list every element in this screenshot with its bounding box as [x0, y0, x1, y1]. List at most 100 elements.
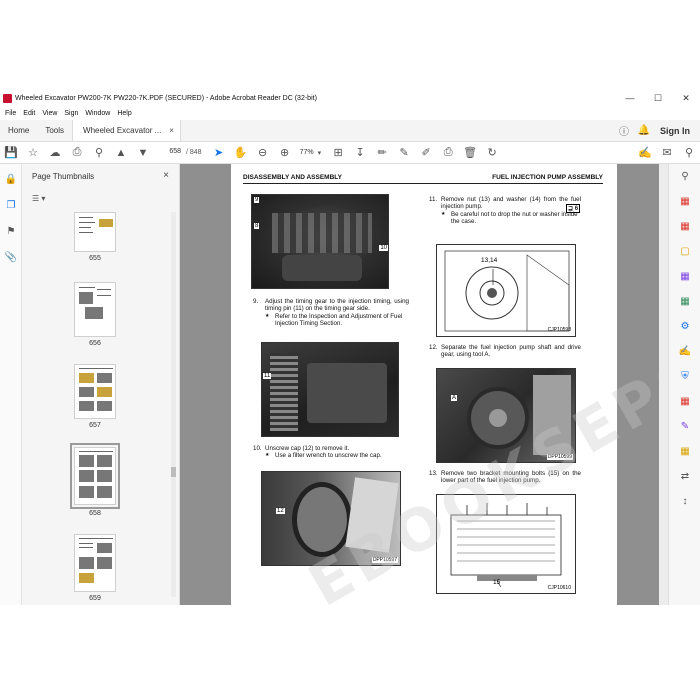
page-thumbnails-icon[interactable]: ❐ — [0, 194, 22, 216]
lock-icon[interactable]: 🔒 — [0, 168, 22, 190]
drawing-code: CJP10610 — [547, 585, 571, 591]
request-signature-icon[interactable]: ✎ — [669, 414, 700, 439]
page-number-input[interactable]: 658 — [162, 146, 182, 159]
thumbnail-scroll-thumb[interactable] — [171, 467, 176, 477]
page-header-left: DISASSEMBLY AND ASSEMBLY — [243, 174, 342, 181]
save-icon[interactable]: 💾 — [0, 142, 22, 164]
panel-close-button[interactable]: × — [163, 170, 169, 181]
next-page-icon[interactable]: ▼ — [132, 142, 154, 164]
draw-icon[interactable]: ✐ — [415, 142, 437, 164]
select-cursor-icon[interactable]: ➤ — [208, 142, 230, 164]
rotate-icon[interactable]: ↻ — [481, 142, 503, 164]
document-scrollbar[interactable] — [659, 164, 668, 605]
panel-title: Page Thumbnails — [32, 172, 95, 181]
main-toolbar: 💾 ☆ ☁ ⎙ ⚲ ▲ ▼ 658 / 848 ➤ ✋ ⊖ ⊕ 77% ▾ ⊞ … — [0, 142, 700, 164]
acrobat-logo-icon — [3, 93, 12, 103]
tab-document[interactable]: Wheeled Excavator ... × — [72, 120, 181, 141]
bookmarks-icon[interactable]: ⚑ — [0, 220, 22, 242]
more-tools-icon[interactable]: ⇄ — [669, 464, 700, 489]
thumbnail-options-menu[interactable]: ☰ ▾ — [32, 194, 45, 203]
search-tool-icon[interactable]: ⚲ — [678, 142, 700, 164]
notifications-bell-icon[interactable]: 🔔 — [634, 125, 654, 136]
comment-icon[interactable]: ✏ — [371, 142, 393, 164]
tab-close-button[interactable]: × — [169, 126, 174, 135]
drawing-callout: 13,14 — [481, 257, 498, 264]
step-number: 12. — [429, 344, 438, 351]
combine-files-icon[interactable]: ▦ — [669, 264, 700, 289]
menu-window[interactable]: Window — [85, 110, 110, 117]
stamp-icon[interactable]: ⎙ — [437, 142, 459, 164]
minimize-button[interactable]: — — [616, 90, 644, 106]
delete-trash-icon[interactable]: 🗑 — [459, 142, 481, 164]
menu-sign[interactable]: Sign — [64, 110, 78, 117]
document-viewport[interactable]: DISASSEMBLY AND ASSEMBLY FUEL INJECTION … — [180, 164, 668, 605]
menu-file[interactable]: File — [5, 110, 16, 117]
nut-washer-drawing: 13,14 CJP10598 — [436, 244, 576, 337]
tab-home[interactable]: Home — [0, 120, 37, 141]
edit-pdf-icon[interactable]: ▦ — [669, 439, 700, 464]
photo-code: DPP10597 — [371, 557, 398, 563]
highlight-pen-icon[interactable]: ✎ — [393, 142, 415, 164]
thumbnail-page[interactable] — [74, 212, 116, 252]
photo-code: DPP10599 — [546, 454, 573, 460]
create-pdf-icon[interactable]: ▦ — [669, 214, 700, 239]
fill-sign-icon[interactable]: ✍ — [634, 142, 656, 164]
organize-pages-icon[interactable]: ▦ — [669, 289, 700, 314]
step-text: Remove two bracket mounting bolts (15) o… — [441, 470, 581, 485]
export-pdf-icon[interactable]: ▦ — [669, 189, 700, 214]
find-search-icon[interactable]: ⚲ — [88, 142, 110, 164]
sign-in-button[interactable]: Sign In — [660, 126, 690, 136]
upload-cloud-icon[interactable]: ☁ — [44, 142, 66, 164]
step-text: Remove nut (13) and washer (14) from the… — [441, 196, 581, 211]
thumbnail-scrollbar[interactable] — [171, 212, 176, 597]
thumbnail-page[interactable] — [74, 534, 116, 592]
menu-view[interactable]: View — [42, 110, 57, 117]
protect-shield-icon[interactable]: ⛨ — [669, 364, 700, 389]
instruction-step-9: 9. Adjust the timing gear to the injecti… — [253, 298, 409, 328]
search-zoom-icon[interactable]: ⚲ — [669, 164, 700, 189]
expand-panel-icon[interactable]: ↕ — [669, 489, 700, 514]
tab-tools[interactable]: Tools — [37, 120, 72, 141]
zoom-out-icon[interactable]: ⊖ — [252, 142, 274, 164]
print-icon[interactable]: ⎙ — [66, 142, 88, 164]
step-number: 11. — [429, 196, 438, 203]
help-icon[interactable]: ⓘ — [614, 123, 634, 138]
step-text: Unscrew cap (12) to remove it. — [265, 445, 350, 452]
zoom-level-select[interactable]: 77% — [300, 149, 314, 156]
zoom-in-icon[interactable]: ⊕ — [274, 142, 296, 164]
page-total: / 848 — [186, 149, 202, 156]
page-fit-icon[interactable]: ⊞ — [327, 142, 349, 164]
menu-edit[interactable]: Edit — [23, 110, 35, 117]
thumbnail-page-selected[interactable] — [70, 443, 120, 509]
bookmark-star-icon[interactable]: ☆ — [22, 142, 44, 164]
hand-tool-icon[interactable]: ✋ — [230, 142, 252, 164]
instruction-step-11: 11. Remove nut (13) and washer (14) from… — [429, 196, 581, 226]
tab-bar-right: ⓘ 🔔 Sign In — [614, 120, 700, 141]
tab-bar: Home Tools Wheeled Excavator ... × ⓘ 🔔 S… — [0, 120, 700, 142]
step-text: Separate the fuel injection pump shaft a… — [441, 344, 581, 359]
thumbnail-list: 655 656 657 658 659 — [22, 212, 172, 602]
previous-page-icon[interactable]: ▲ — [110, 142, 132, 164]
timing-pin-photo: 11 — [261, 342, 399, 437]
fill-sign-tool-icon[interactable]: ✍ — [669, 339, 700, 364]
scan-ocr-icon[interactable]: ⚙ — [669, 314, 700, 339]
email-icon[interactable]: ✉ — [656, 142, 678, 164]
thumbnail-label: 655 — [89, 255, 101, 262]
header-rule — [243, 183, 603, 184]
menu-bar: File Edit View Sign Window Help — [0, 106, 700, 120]
maximize-button[interactable]: ☐ — [644, 90, 672, 106]
thumbnail-label: 658 — [89, 510, 101, 517]
zoom-dropdown-icon[interactable]: ▾ — [318, 149, 322, 157]
comment-tool-icon[interactable]: ▢ — [669, 239, 700, 264]
redact-icon[interactable]: ▦ — [669, 389, 700, 414]
close-window-button[interactable]: ✕ — [672, 90, 700, 106]
attachments-paperclip-icon[interactable]: 📎 — [0, 246, 22, 268]
engine-photo: 9 8 10 — [251, 194, 389, 289]
thumbnail-page[interactable] — [74, 282, 116, 337]
thumbnail-page[interactable] — [74, 364, 116, 419]
scroll-mode-icon[interactable]: ↧ — [349, 142, 371, 164]
menu-help[interactable]: Help — [117, 110, 131, 117]
step-number: 10. — [253, 445, 262, 452]
bracket-bolts-drawing: 15 CJP10610 — [436, 494, 576, 594]
drive-gear-photo: A DPP10599 — [436, 368, 576, 463]
